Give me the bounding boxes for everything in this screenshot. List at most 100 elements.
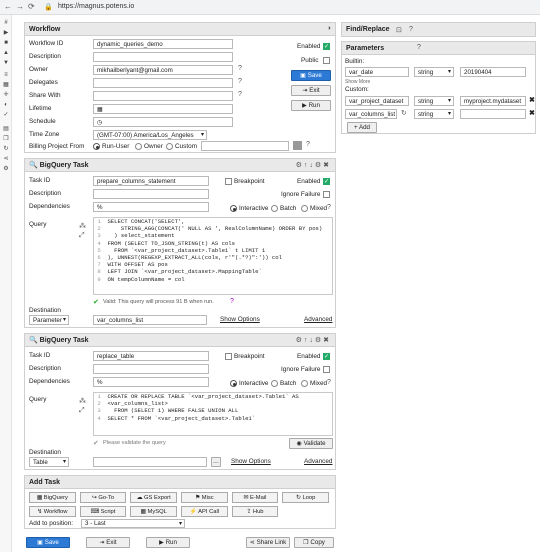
collapse-icon[interactable]: ◑	[327, 25, 331, 32]
description-input[interactable]	[93, 364, 209, 374]
description-input[interactable]	[93, 189, 209, 199]
workflow-id-input[interactable]: dynamic_queries_demo	[93, 39, 233, 49]
query-editor[interactable]: 1 SELECT CONCAT('SELECT', 2 STRING_AGG(C…	[93, 217, 333, 295]
destination-target-input[interactable]	[93, 457, 207, 467]
add-task-go-to-button[interactable]: ↪ Go-To	[79, 492, 127, 503]
param-value-input[interactable]: 20190404	[460, 67, 526, 77]
dependencies-input[interactable]: %	[93, 202, 209, 212]
validate-button[interactable]: ◉ Validate	[289, 438, 333, 449]
help-icon[interactable]: ?	[327, 204, 331, 211]
delegates-input[interactable]	[93, 78, 233, 88]
format-icon[interactable]: ⁂	[79, 397, 86, 405]
share-with-input[interactable]	[93, 91, 233, 101]
billing-picker-icon[interactable]	[293, 141, 302, 150]
param-value-input[interactable]: myproject.mydataset	[460, 96, 526, 106]
find-replace-panel[interactable]: Find/Replace ⊡ ?	[341, 22, 536, 37]
show-options-link[interactable]: Show Options	[220, 316, 260, 323]
ignore-failure-checkbox[interactable]	[323, 191, 330, 198]
help-icon[interactable]: ?	[238, 91, 242, 98]
param-name-input[interactable]: var_project_dataset	[345, 96, 409, 106]
reload-icon[interactable]: ⟳	[28, 2, 35, 11]
expand-icon[interactable]: ⤢	[79, 232, 85, 240]
forward-icon[interactable]: →	[16, 2, 24, 11]
enabled-checkbox[interactable]: ✓	[323, 178, 330, 185]
add-task-workflow-button[interactable]: ↯ Workflow	[29, 506, 76, 517]
show-more-link[interactable]: Show More	[345, 79, 370, 85]
list-icon[interactable]: ≡	[2, 71, 10, 79]
add-task-hub-button[interactable]: ⇪ Hub	[231, 506, 279, 517]
billing-custom-radio[interactable]	[166, 143, 173, 150]
add-param-button[interactable]: + Add	[347, 122, 377, 133]
footer-exit-button[interactable]: ⇥ Exit	[86, 537, 130, 548]
check-icon[interactable]: ✓	[2, 111, 10, 119]
param-type-select[interactable]: string	[414, 109, 454, 119]
home-icon[interactable]: #	[2, 19, 10, 27]
stop-icon[interactable]: ■	[2, 39, 10, 47]
add-task-e-mail-button[interactable]: ✉ E-Mail	[231, 492, 279, 503]
help-icon[interactable]: ?	[238, 78, 242, 85]
lifetime-input[interactable]: ▦	[93, 104, 233, 114]
billing-runuser-radio[interactable]	[93, 143, 100, 150]
mixed-radio[interactable]	[301, 380, 308, 387]
add-task-misc-button[interactable]: ⚑ Misc	[181, 492, 228, 503]
up-icon[interactable]: ▲	[2, 49, 10, 57]
param-type-select[interactable]: string	[414, 96, 454, 106]
show-options-link[interactable]: Show Options	[231, 458, 271, 465]
help-icon[interactable]: ?	[230, 298, 234, 305]
exit-button[interactable]: ⇥ Exit	[291, 85, 331, 96]
copy-button[interactable]: ❐ Copy	[294, 537, 334, 548]
interactive-radio[interactable]	[230, 205, 237, 212]
delete-param-icon[interactable]: ✖	[529, 109, 535, 117]
help-icon[interactable]: ?	[238, 65, 242, 72]
schedule-input[interactable]: ◷	[93, 117, 233, 127]
billing-custom-input[interactable]	[201, 141, 289, 151]
grid-icon[interactable]: ▦	[2, 81, 10, 89]
run-button[interactable]: ▶ Run	[291, 100, 331, 111]
table-icon[interactable]: ▤	[2, 125, 10, 133]
task-id-input[interactable]: replace_table	[93, 351, 209, 361]
down-icon[interactable]: ▼	[2, 59, 10, 67]
add-task-loop-button[interactable]: ↻ Loop	[282, 492, 329, 503]
advanced-link[interactable]: Advanced	[304, 316, 332, 323]
address-bar[interactable]: https://magnus.potens.io	[58, 1, 134, 13]
expand-icon[interactable]: ⤢	[79, 407, 85, 415]
help-icon[interactable]: ?	[409, 26, 413, 33]
refresh-icon[interactable]: ↻	[401, 109, 407, 117]
param-type-select[interactable]: string	[414, 67, 454, 77]
footer-save-button[interactable]: ▣ Save	[26, 537, 70, 548]
batch-radio[interactable]	[271, 380, 278, 387]
destination-type-select[interactable]: Table	[29, 457, 69, 467]
share-icon[interactable]: ⋖	[2, 155, 10, 163]
settings-icon[interactable]: ⚙	[2, 165, 10, 173]
move-icon[interactable]: ✛	[2, 91, 10, 99]
interactive-radio[interactable]	[230, 380, 237, 387]
query-editor[interactable]: 1 CREATE OR REPLACE TABLE `<var_project_…	[93, 392, 333, 436]
expand-icon[interactable]: ⊡	[396, 26, 402, 34]
help-icon[interactable]: ?	[306, 141, 310, 148]
save-button[interactable]: ▣ Save	[291, 70, 331, 81]
add-task-mysql-button[interactable]: ▦ MySQL	[130, 506, 177, 517]
destination-type-select[interactable]: Parameter	[29, 315, 69, 325]
add-task-gs-export-button[interactable]: ☁ GS Export	[130, 492, 177, 503]
enabled-checkbox[interactable]: ✓	[323, 43, 330, 50]
task-controls[interactable]: ⚙↑↓⚙✖	[296, 336, 331, 344]
breakpoint-checkbox[interactable]	[225, 178, 232, 185]
ignore-failure-checkbox[interactable]	[323, 366, 330, 373]
help-icon[interactable]: ?	[417, 44, 421, 51]
contrast-icon[interactable]: ◐	[2, 101, 10, 109]
billing-owner-radio[interactable]	[135, 143, 142, 150]
format-icon[interactable]: ⁂	[79, 222, 86, 230]
destination-target-input[interactable]: var_columns_list	[93, 315, 207, 325]
play-icon[interactable]: ▶	[2, 29, 10, 37]
breakpoint-checkbox[interactable]	[225, 353, 232, 360]
description-input[interactable]	[93, 52, 233, 62]
back-icon[interactable]: ←	[4, 2, 12, 11]
param-name-input[interactable]: var_date	[345, 67, 409, 77]
task-controls[interactable]: ⚙↑↓⚙✖	[296, 161, 331, 169]
refresh-icon[interactable]: ↻	[2, 145, 10, 153]
dependencies-input[interactable]: %	[93, 377, 209, 387]
timezone-select[interactable]: (GMT-07:00) America/Los_Angeles	[93, 130, 207, 140]
public-checkbox[interactable]	[323, 57, 330, 64]
position-select[interactable]: 3 - Last	[81, 519, 185, 528]
add-task-script-button[interactable]: ⌨ Script	[79, 506, 127, 517]
